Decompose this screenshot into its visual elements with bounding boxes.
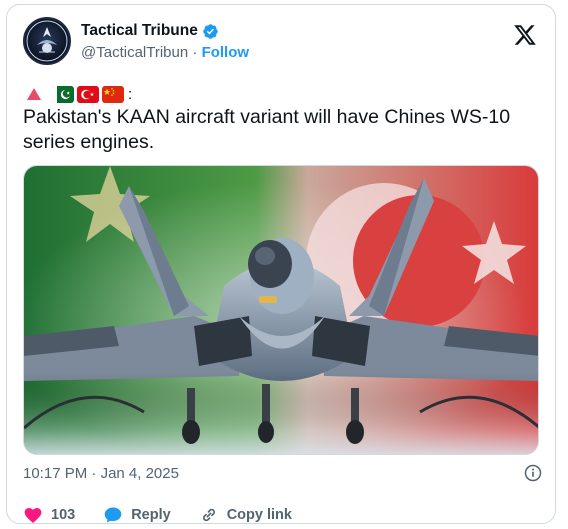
handle-line: @TacticalTribun · Follow	[81, 43, 249, 63]
name-block: Tactical Tribune @TacticalTribun · Follo…	[81, 21, 249, 63]
reply-label: Reply	[131, 507, 171, 523]
reply-bubble-icon	[104, 507, 122, 523]
handle-separator: ·	[192, 44, 198, 61]
link-icon	[202, 508, 215, 522]
tweet-timestamp[interactable]: 10:17 PM · Jan 4, 2025	[23, 465, 179, 482]
heart-icon	[24, 508, 42, 523]
display-name[interactable]: Tactical Tribune	[81, 21, 198, 41]
like-button[interactable]: 103	[23, 505, 75, 525]
flags-colon: :	[128, 85, 133, 103]
verified-icon	[203, 23, 218, 39]
tweet-media-image[interactable]	[23, 165, 539, 455]
tweet-time[interactable]: 10:17 PM	[23, 465, 87, 482]
pakistan-flag-icon	[52, 85, 74, 103]
actions-bar: 103 Reply Copy link	[23, 505, 320, 525]
info-icon[interactable]	[523, 463, 543, 483]
tweet-header: Tactical Tribune @TacticalTribun · Follo…	[23, 17, 541, 67]
red-triangle-icon	[27, 88, 41, 100]
tweet-text: Pakistan's KAAN aircraft variant will ha…	[23, 106, 511, 153]
reply-button[interactable]: Reply	[103, 505, 171, 525]
tweet-date[interactable]: Jan 4, 2025	[101, 465, 179, 482]
handle[interactable]: @TacticalTribun	[81, 44, 188, 61]
jet-illustration	[24, 166, 538, 454]
follow-button[interactable]: Follow	[202, 44, 250, 61]
x-logo-icon[interactable]	[513, 23, 537, 47]
copy-link-button[interactable]: Copy link	[199, 505, 292, 525]
turkey-flag-icon	[77, 85, 99, 103]
like-count: 103	[51, 507, 76, 523]
display-name-row[interactable]: Tactical Tribune	[81, 21, 219, 41]
flags-line: :	[23, 83, 132, 105]
copy-link-label: Copy link	[226, 507, 292, 523]
china-flag-icon	[102, 85, 124, 103]
meta-separator: ·	[91, 465, 97, 482]
avatar[interactable]	[23, 17, 71, 65]
tweet-card: Tactical Tribune @TacticalTribun · Follo…	[6, 4, 556, 524]
